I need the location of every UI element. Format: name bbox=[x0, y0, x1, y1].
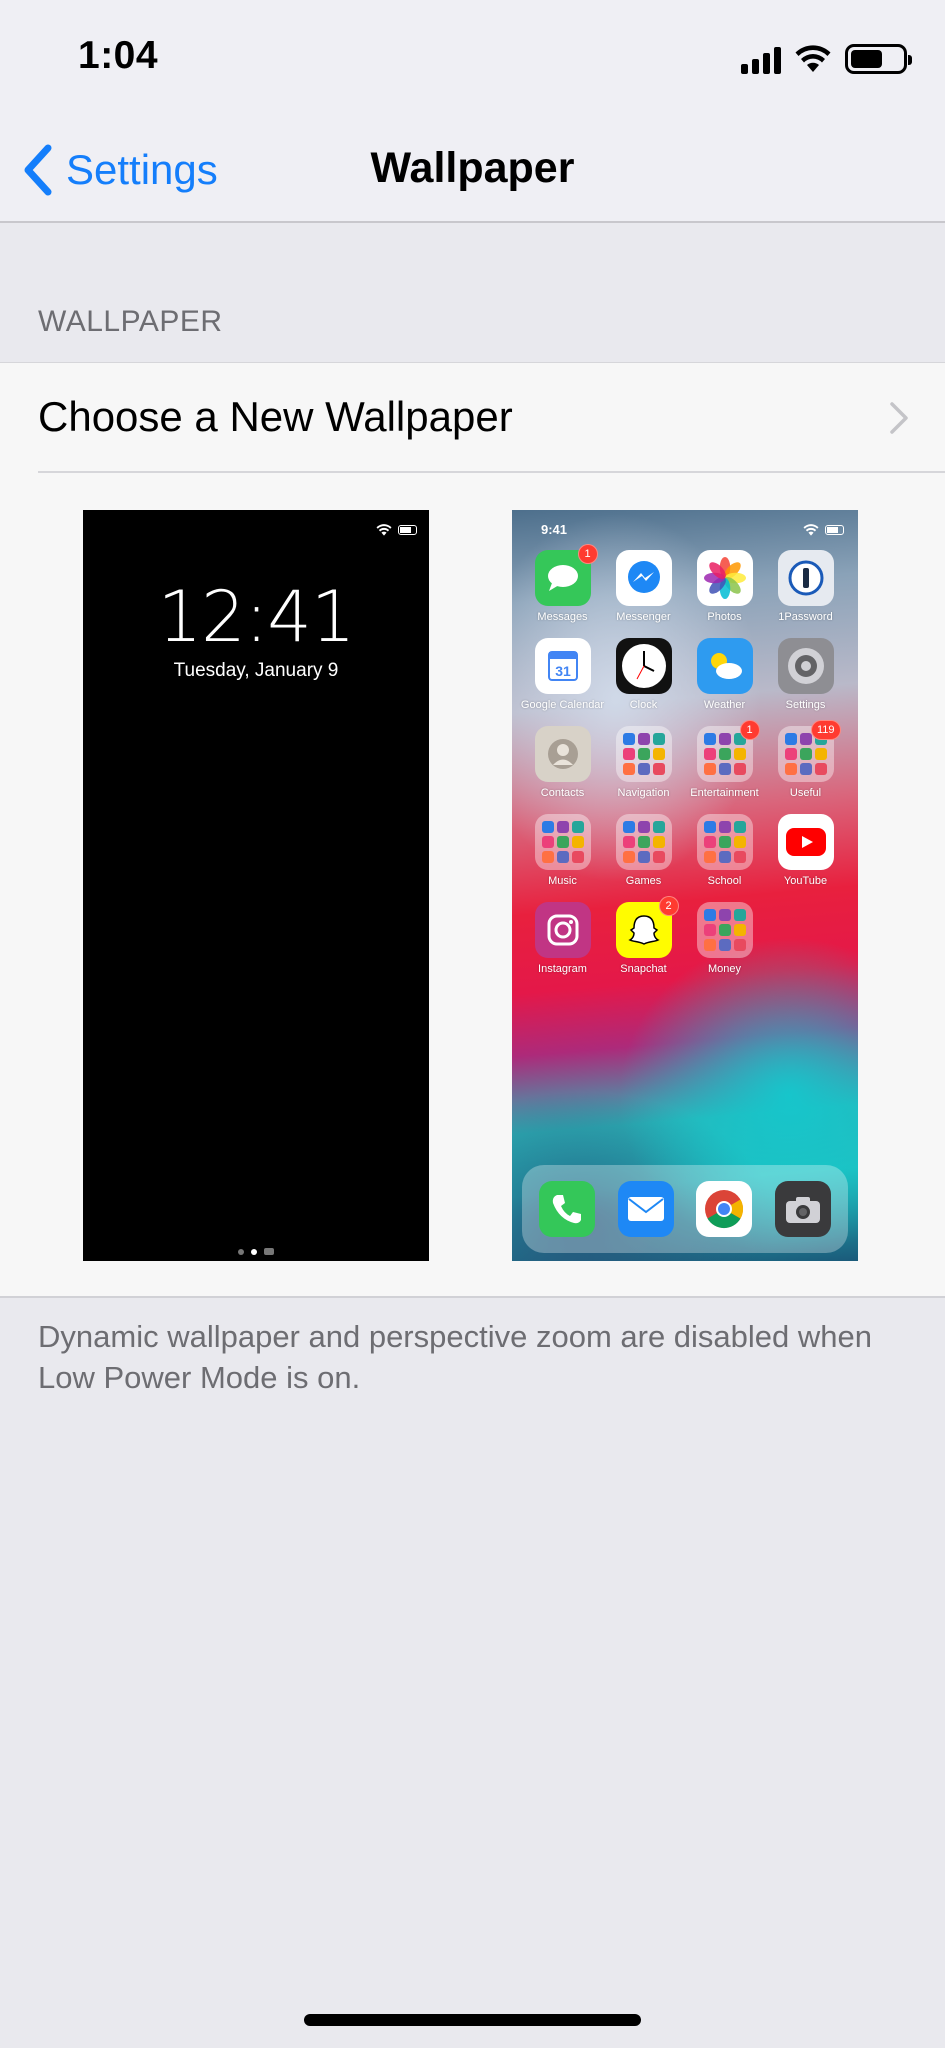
chevron-right-icon bbox=[890, 402, 908, 434]
home-indicator[interactable] bbox=[304, 2014, 641, 2026]
app-money: Money bbox=[684, 902, 765, 975]
battery-icon bbox=[845, 44, 912, 74]
phone-icon bbox=[539, 1181, 596, 1237]
app-clock: Clock bbox=[603, 638, 684, 711]
status-bar: 1:04 bbox=[0, 0, 945, 120]
folder-icon: 1 bbox=[696, 720, 760, 782]
status-icons bbox=[741, 42, 912, 76]
folder-icon bbox=[615, 814, 672, 870]
wallpaper-group: Choose a New Wallpaper 12:41 Tuesday, Ja… bbox=[0, 362, 945, 1298]
choose-new-wallpaper-label: Choose a New Wallpaper bbox=[38, 393, 513, 440]
app-music: Music bbox=[522, 814, 603, 887]
lock-screen-date: Tuesday, January 9 bbox=[173, 660, 339, 681]
notification-badge: 119 bbox=[810, 720, 841, 740]
lock-screen-time: 12:41 bbox=[157, 576, 356, 658]
app-label: YouTube bbox=[783, 875, 828, 887]
dock bbox=[522, 1165, 848, 1253]
youtube-icon bbox=[777, 814, 834, 870]
messenger-icon bbox=[615, 550, 672, 606]
messages-icon: 1 bbox=[534, 544, 598, 606]
folder-icon bbox=[615, 726, 672, 782]
battery-icon bbox=[398, 525, 417, 535]
app-games: Games bbox=[603, 814, 684, 887]
status-time: 1:04 bbox=[78, 34, 159, 77]
chrome-icon bbox=[696, 1181, 753, 1237]
app-navigation: Navigation bbox=[603, 726, 684, 799]
app-1password: 1Password bbox=[765, 550, 846, 623]
app-snapchat: 2 Snapchat bbox=[603, 896, 684, 975]
clock-icon bbox=[615, 638, 672, 694]
app-weather: Weather bbox=[684, 638, 765, 711]
page-title: Wallpaper bbox=[370, 144, 575, 192]
app-label: Messenger bbox=[616, 611, 671, 623]
app-entertainment: 1 Entertainment bbox=[684, 720, 765, 799]
app-photos: Photos bbox=[684, 550, 765, 623]
low-power-note: Dynamic wallpaper and perspective zoom a… bbox=[38, 1319, 873, 1395]
camera-icon bbox=[774, 1181, 831, 1237]
snapchat-icon: 2 bbox=[615, 896, 679, 958]
app-label: Snapchat bbox=[620, 963, 667, 975]
app-label: School bbox=[707, 875, 742, 887]
onepassword-icon bbox=[777, 550, 834, 606]
app-label: Games bbox=[625, 875, 662, 887]
cellular-signal-icon bbox=[741, 44, 781, 74]
notification-badge: 2 bbox=[658, 896, 679, 916]
app-school: School bbox=[684, 814, 765, 887]
photos-icon bbox=[696, 550, 753, 606]
weather-icon bbox=[696, 638, 753, 694]
home-status-bar: 9:41 bbox=[512, 522, 858, 538]
page-indicator bbox=[83, 1248, 429, 1255]
app-label: 1Password bbox=[778, 611, 833, 623]
contacts-icon bbox=[534, 726, 591, 782]
folder-icon bbox=[696, 902, 753, 958]
app-settings: Settings bbox=[765, 638, 846, 711]
app-contacts: Contacts bbox=[522, 726, 603, 799]
settings-icon bbox=[777, 638, 834, 694]
wifi-icon bbox=[803, 524, 819, 536]
notification-badge: 1 bbox=[577, 544, 598, 564]
app-label: Settings bbox=[785, 699, 826, 711]
app-youtube: YouTube bbox=[765, 814, 846, 887]
app-messages: 1 Messages bbox=[522, 544, 603, 623]
choose-new-wallpaper-row[interactable]: Choose a New Wallpaper bbox=[38, 363, 945, 473]
app-instagram: Instagram bbox=[522, 902, 603, 975]
google-calendar-icon: 31 bbox=[534, 638, 591, 694]
app-label: Music bbox=[548, 875, 577, 887]
app-label: Photos bbox=[707, 611, 742, 623]
app-messenger: Messenger bbox=[603, 550, 684, 623]
folder-icon: 119 bbox=[777, 720, 841, 782]
app-label: Clock bbox=[629, 699, 658, 711]
section-header: WALLPAPER bbox=[38, 305, 223, 338]
instagram-icon bbox=[534, 902, 591, 958]
home-screen-time: 9:41 bbox=[541, 522, 568, 537]
navigation-bar: Settings Wallpaper bbox=[0, 120, 945, 223]
wifi-icon bbox=[795, 45, 831, 72]
app-label: Instagram bbox=[538, 963, 587, 975]
app-label: Useful bbox=[789, 787, 822, 799]
app-label: Google Calendar bbox=[520, 699, 605, 711]
svg-text:31: 31 bbox=[555, 663, 571, 679]
app-label: Entertainment bbox=[690, 787, 759, 799]
home-screen-preview[interactable]: 9:41 1 Messages Messenger Photos 1Password 31… bbox=[512, 510, 858, 1261]
app-grid: 1 Messages Messenger Photos 1Password 31 Googl… bbox=[520, 544, 848, 975]
app-label: Navigation bbox=[617, 787, 670, 799]
app-google-calendar: 31 Google Calendar bbox=[520, 638, 605, 711]
lock-status-icons bbox=[376, 524, 417, 536]
battery-icon bbox=[825, 525, 844, 535]
app-label: Messages bbox=[537, 611, 588, 623]
app-label: Weather bbox=[703, 699, 746, 711]
folder-icon bbox=[696, 814, 753, 870]
app-label: Contacts bbox=[540, 787, 585, 799]
wifi-icon bbox=[376, 524, 392, 536]
app-useful: 119 Useful bbox=[765, 720, 846, 799]
folder-icon bbox=[534, 814, 591, 870]
app-label: Money bbox=[707, 963, 742, 975]
notification-badge: 1 bbox=[739, 720, 760, 740]
lock-screen-preview[interactable]: 12:41 Tuesday, January 9 bbox=[83, 510, 429, 1261]
mail-icon bbox=[617, 1181, 674, 1237]
camera-icon bbox=[264, 1248, 274, 1255]
